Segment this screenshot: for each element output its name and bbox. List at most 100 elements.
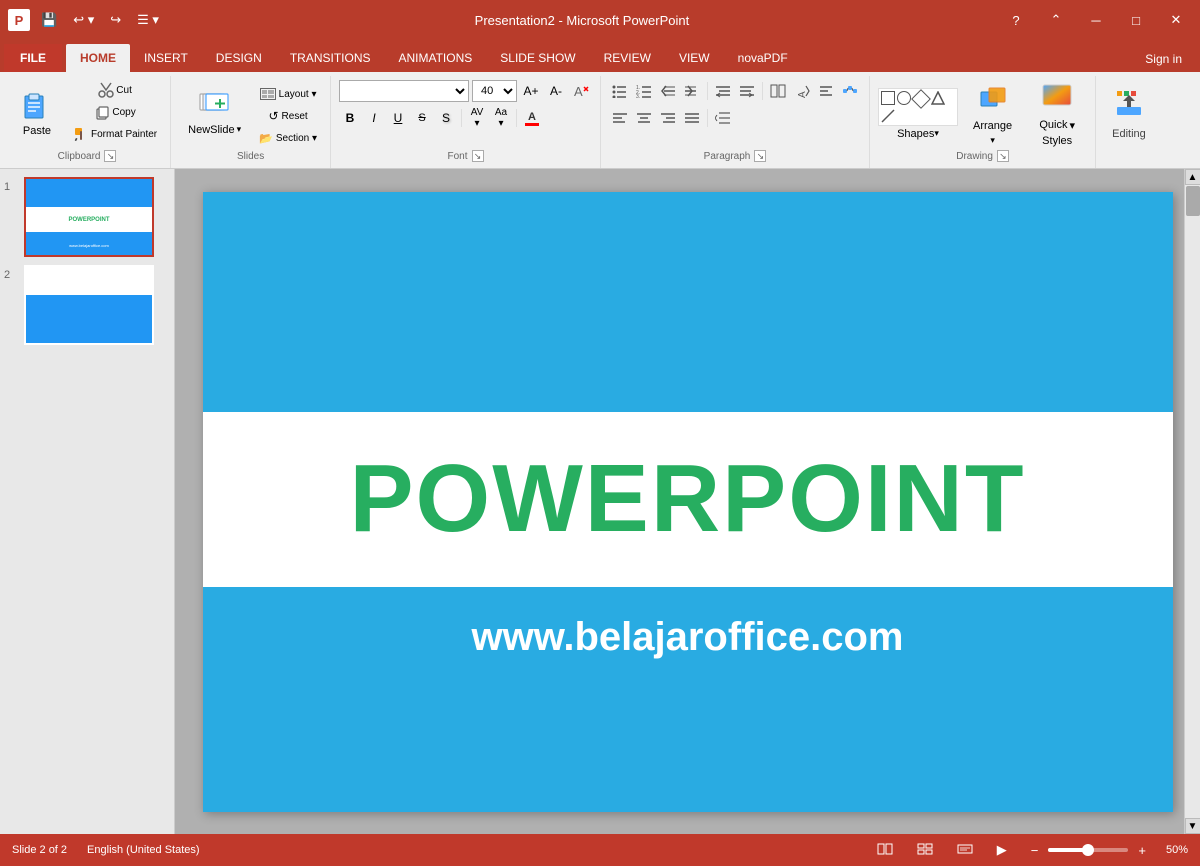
- strikethrough-button[interactable]: S: [411, 107, 433, 129]
- tab-review[interactable]: REVIEW: [590, 44, 665, 72]
- ltr-button[interactable]: [736, 80, 758, 102]
- font-color-button[interactable]: A: [521, 107, 543, 129]
- text-shadow-button[interactable]: S: [435, 107, 457, 129]
- title-bar-left: P 💾 ↩ ▾ ↪ ☰ ▾: [8, 9, 164, 31]
- slide-count: Slide 2 of 2: [12, 844, 67, 856]
- slide-canvas[interactable]: POWERPOINT www.belajaroffice.com: [203, 192, 1173, 812]
- reset-button[interactable]: ↺ Reset: [254, 106, 322, 126]
- drawing-expand[interactable]: ↘: [997, 150, 1009, 162]
- editing-label: Editing: [1112, 128, 1146, 140]
- scroll-thumb[interactable]: [1186, 186, 1200, 216]
- zoom-in-button[interactable]: +: [1134, 841, 1150, 860]
- tab-slideshow[interactable]: SLIDE SHOW: [486, 44, 589, 72]
- slide-top-section: [203, 192, 1173, 412]
- font-size-select[interactable]: 40: [472, 80, 517, 102]
- bold-button[interactable]: B: [339, 107, 361, 129]
- minimize-button[interactable]: ─: [1080, 4, 1112, 36]
- shape-triangle[interactable]: [931, 91, 945, 105]
- copy-button[interactable]: Copy: [68, 102, 162, 122]
- zoom-out-button[interactable]: −: [1027, 841, 1043, 860]
- clipboard-expand[interactable]: ↘: [104, 150, 116, 162]
- quick-styles-label: Quick: [1039, 119, 1067, 131]
- slide-thumbnail-2[interactable]: [24, 265, 154, 345]
- shapes-expand-icon[interactable]: ▾: [934, 128, 939, 139]
- smartart-button[interactable]: [839, 80, 861, 102]
- align-text-button[interactable]: [815, 80, 837, 102]
- quick-styles-button[interactable]: Quick ▾ Styles: [1027, 81, 1087, 147]
- char-spacing-button[interactable]: AV ▾: [466, 107, 488, 129]
- layout-button[interactable]: Layout ▾: [254, 84, 322, 104]
- tab-insert[interactable]: INSERT: [130, 44, 202, 72]
- arrange-button[interactable]: Arrange ▾: [964, 81, 1021, 147]
- tab-view[interactable]: VIEW: [665, 44, 724, 72]
- scroll-down-arrow[interactable]: ▼: [1185, 818, 1200, 834]
- shape-circle[interactable]: [897, 91, 911, 105]
- slide-thumbnail-1[interactable]: POWERPOINT www.belajaroffice.com: [24, 177, 154, 257]
- undo-qat-button[interactable]: ↩ ▾: [68, 10, 99, 30]
- tab-transitions[interactable]: TRANSITIONS: [276, 44, 385, 72]
- sign-in-link[interactable]: Sign in: [1131, 46, 1196, 72]
- editing-button[interactable]: Editing: [1104, 80, 1154, 146]
- shape-rect[interactable]: [881, 91, 895, 105]
- numbering-button[interactable]: 1.2.3.: [633, 80, 655, 102]
- scroll-up-arrow[interactable]: ▲: [1185, 169, 1200, 185]
- vertical-scrollbar[interactable]: ▲ ▼: [1184, 169, 1200, 834]
- save-qat-button[interactable]: 💾: [36, 10, 62, 30]
- paste-button[interactable]: Paste: [12, 80, 62, 146]
- tab-design[interactable]: DESIGN: [202, 44, 276, 72]
- language-indicator: English (United States): [87, 844, 200, 856]
- new-slide-area: New Slide ▾: [179, 80, 250, 146]
- new-slide-button[interactable]: New Slide ▾: [179, 80, 250, 146]
- bullets-button[interactable]: [609, 80, 631, 102]
- slides-label: Slides: [179, 148, 322, 166]
- increase-font-button[interactable]: A+: [520, 80, 542, 102]
- shapes-palette: [878, 88, 958, 126]
- thumb1-title: POWERPOINT: [68, 217, 109, 223]
- ribbon-collapse-button[interactable]: ⌃: [1040, 4, 1072, 36]
- customize-qat-button[interactable]: ☰ ▾: [132, 10, 164, 30]
- text-direction-button[interactable]: A: [791, 80, 813, 102]
- section-button[interactable]: 📂 Section ▾: [254, 128, 322, 148]
- change-case-button[interactable]: Aa ▾: [490, 107, 512, 129]
- cut-button[interactable]: Cut: [68, 80, 162, 100]
- help-button[interactable]: ?: [1000, 4, 1032, 36]
- drawing-label: Drawing ↘: [878, 147, 1087, 166]
- section-icon: 📂: [259, 132, 273, 145]
- tab-file[interactable]: FILE: [4, 44, 62, 72]
- italic-button[interactable]: I: [363, 107, 385, 129]
- decrease-indent-button[interactable]: [657, 80, 679, 102]
- shape-diamond[interactable]: [911, 89, 931, 109]
- tab-novapdf[interactable]: novaPDF: [724, 44, 802, 72]
- tab-home[interactable]: HOME: [66, 44, 130, 72]
- slidesorter-view-button[interactable]: [913, 841, 937, 860]
- shape-line[interactable]: [881, 109, 895, 123]
- normal-view-button[interactable]: [873, 841, 897, 860]
- columns-button[interactable]: [767, 80, 789, 102]
- format-painter-button[interactable]: Format Painter: [68, 124, 162, 144]
- align-center-button[interactable]: [633, 107, 655, 129]
- rtl-button[interactable]: [712, 80, 734, 102]
- slideshow-view-button[interactable]: ▶: [993, 840, 1011, 860]
- maximize-button[interactable]: □: [1120, 4, 1152, 36]
- zoom-thumb[interactable]: [1082, 844, 1094, 856]
- paragraph-expand[interactable]: ↘: [754, 150, 766, 162]
- justify-button[interactable]: [681, 107, 703, 129]
- font-expand[interactable]: ↘: [472, 150, 484, 162]
- slide-thumb-row-1: 1 POWERPOINT www.belajaroffice.com: [4, 177, 170, 257]
- close-button[interactable]: ✕: [1160, 4, 1192, 36]
- align-right-button[interactable]: [657, 107, 679, 129]
- redo-qat-button[interactable]: ↪: [105, 10, 126, 30]
- zoom-percent[interactable]: 50%: [1166, 844, 1188, 856]
- decrease-font-button[interactable]: A-: [545, 80, 567, 102]
- thumb1-subtitle: www.belajaroffice.com: [69, 243, 109, 248]
- increase-indent-button[interactable]: [681, 80, 703, 102]
- line-spacing-button[interactable]: [712, 107, 734, 129]
- align-left-button[interactable]: [609, 107, 631, 129]
- clear-format-button[interactable]: A: [570, 80, 592, 102]
- font-name-select[interactable]: [339, 80, 469, 102]
- underline-button[interactable]: U: [387, 107, 409, 129]
- reading-view-button[interactable]: [953, 841, 977, 860]
- tab-animations[interactable]: ANIMATIONS: [384, 44, 486, 72]
- paragraph-row2: [609, 107, 734, 129]
- arrange-icon: [977, 82, 1009, 117]
